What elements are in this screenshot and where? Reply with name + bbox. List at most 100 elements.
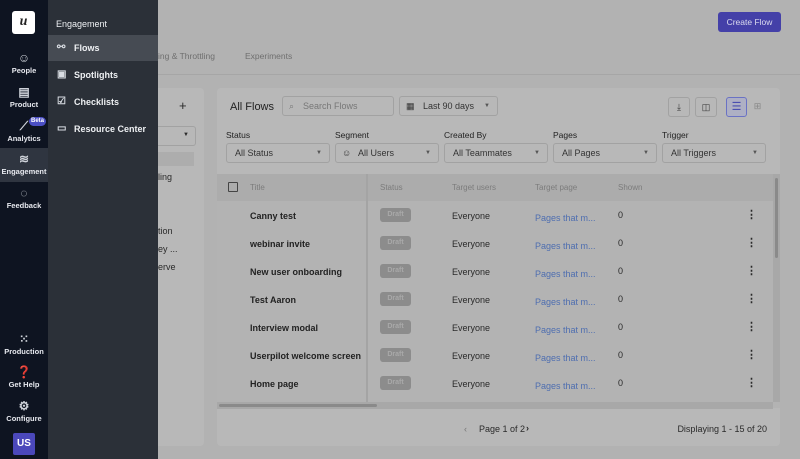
more-options-icon[interactable]: ⋮ xyxy=(746,320,757,333)
flow-title[interactable]: Home page xyxy=(250,379,299,389)
beta-badge: Beta xyxy=(29,117,47,126)
vertical-scrollbar[interactable] xyxy=(773,174,780,402)
shown-count: 0 xyxy=(618,294,624,304)
column-header[interactable]: Status xyxy=(380,183,403,192)
status-badge: Draft xyxy=(380,208,411,222)
table-row[interactable]: Canny test Draft Everyone Pages that m..… xyxy=(217,202,773,230)
select-all-checkbox[interactable] xyxy=(228,182,238,192)
folder-item[interactable]: tion xyxy=(158,226,173,236)
more-options-icon[interactable]: ⋮ xyxy=(746,236,757,249)
folder-item-selected[interactable] xyxy=(158,152,194,166)
target-page-link[interactable]: Pages that m... xyxy=(535,353,596,363)
column-header[interactable]: Title xyxy=(250,183,265,192)
avatar[interactable]: US xyxy=(13,433,35,455)
folder-item[interactable]: ling xyxy=(158,172,172,182)
add-folder-button[interactable]: + xyxy=(179,98,187,113)
created-by-filter[interactable]: All Teammates ▼ xyxy=(444,143,548,163)
rail-item-people[interactable]: ☺ People xyxy=(0,50,48,84)
flow-title[interactable]: New user onboarding xyxy=(250,267,342,277)
table-row[interactable]: Userpilot welcome screen Draft Everyone … xyxy=(217,342,773,370)
table-row[interactable]: Test Aaron Draft Everyone Pages that m..… xyxy=(217,286,773,314)
rail-label: Get Help xyxy=(8,380,40,389)
chevron-down-icon: ▼ xyxy=(425,150,431,156)
column-header[interactable]: Shown xyxy=(618,183,642,192)
target-page-link[interactable]: Pages that m... xyxy=(535,269,596,279)
flyout-item-resource-center[interactable]: ▭ Resource Center xyxy=(48,116,158,142)
table-row[interactable]: Interview modal Draft Everyone Pages tha… xyxy=(217,314,773,342)
columns-button[interactable]: ◫ xyxy=(695,97,717,117)
table-row[interactable]: Home page Draft Everyone Pages that m...… xyxy=(217,370,773,398)
pages-filter[interactable]: All Pages ▼ xyxy=(553,143,657,163)
rail-item-get-help[interactable]: ❓ Get Help xyxy=(0,364,48,398)
layers-icon: ≋ xyxy=(18,152,30,166)
table-row[interactable]: webinar invite Draft Everyone Pages that… xyxy=(217,230,773,258)
filter-value: All Triggers xyxy=(671,148,717,158)
folder-item[interactable]: erve xyxy=(158,262,176,272)
flyout-label: Spotlights xyxy=(74,70,118,80)
scrollbar-thumb[interactable] xyxy=(219,404,377,407)
create-flow-button[interactable]: Create Flow xyxy=(718,12,781,32)
search-input[interactable]: ⌕ Search Flows xyxy=(282,96,394,116)
filter-label: Status xyxy=(226,130,251,140)
folder-select[interactable]: ▼ xyxy=(158,126,196,146)
folder-item[interactable]: ey ... xyxy=(158,244,178,254)
rail-item-configure[interactable]: ⚙ Configure xyxy=(0,398,48,432)
date-value: Last 90 days xyxy=(423,101,475,111)
page-indicator: Page 1 of 2 xyxy=(479,424,526,434)
rail-label: Analytics xyxy=(7,134,41,143)
column-header[interactable]: Target page xyxy=(535,183,577,192)
filter-value: All Status xyxy=(235,148,274,158)
flyout-item-flows[interactable]: ⚯ Flows xyxy=(48,35,158,61)
flyout-item-spotlights[interactable]: ▣ Spotlights xyxy=(48,62,158,88)
download-button[interactable]: ⤓ xyxy=(668,97,690,117)
list-view-toggle[interactable]: ☰ xyxy=(726,97,747,117)
flow-title[interactable]: Canny test xyxy=(250,211,296,221)
help-icon: ❓ xyxy=(16,365,32,379)
rail-item-engagement[interactable]: ≋ Engagement xyxy=(0,148,48,182)
status-filter[interactable]: All Status ▼ xyxy=(226,143,330,163)
flow-title[interactable]: Userpilot welcome screen xyxy=(250,351,361,361)
list-icon: ☰ xyxy=(731,101,742,113)
column-header[interactable]: Target users xyxy=(452,183,496,192)
more-options-icon[interactable]: ⋮ xyxy=(746,348,757,361)
flyout-item-checklists[interactable]: ☑ Checklists xyxy=(48,89,158,115)
target-page-link[interactable]: Pages that m... xyxy=(535,297,596,307)
rail-item-feedback[interactable]: ◌ Feedback xyxy=(0,185,48,219)
header-divider xyxy=(158,74,800,75)
main-rail: u ☺ People ▤ Product ⟋ Beta Analytics ≋ Engag… xyxy=(0,0,48,459)
chevron-down-icon: ▼ xyxy=(752,150,758,156)
more-options-icon[interactable]: ⋮ xyxy=(746,264,757,277)
next-page-button[interactable]: › xyxy=(526,423,529,433)
more-options-icon[interactable]: ⋮ xyxy=(746,292,757,305)
flow-title[interactable]: Interview modal xyxy=(250,323,318,333)
segment-filter[interactable]: ☺ All Users ▼ xyxy=(335,143,439,163)
rail-item-analytics[interactable]: ⟋ Beta Analytics xyxy=(0,117,48,152)
folders-panel: + ▼ ling tion ey ... erve xyxy=(158,88,204,446)
target-users: Everyone xyxy=(452,211,491,221)
table-row[interactable]: New user onboarding Draft Everyone Pages… xyxy=(217,258,773,286)
target-page-link[interactable]: Pages that m... xyxy=(535,213,596,223)
horizontal-scrollbar[interactable] xyxy=(217,402,773,409)
tab-throttling[interactable]: ing & Throttling xyxy=(158,51,215,61)
target-page-link[interactable]: Pages that m... xyxy=(535,241,596,251)
rail-item-product[interactable]: ▤ Product xyxy=(0,84,48,118)
scrollbar-thumb[interactable] xyxy=(775,178,778,258)
target-page-link[interactable]: Pages that m... xyxy=(535,381,596,391)
prev-page-button[interactable]: ‹ xyxy=(464,424,467,434)
rail-item-production[interactable]: ⁙ Production xyxy=(0,331,48,365)
target-users: Everyone xyxy=(452,323,491,333)
target-page-link[interactable]: Pages that m... xyxy=(535,325,596,335)
status-badge: Draft xyxy=(380,376,411,390)
status-badge: Draft xyxy=(380,292,411,306)
more-options-icon[interactable]: ⋮ xyxy=(746,376,757,389)
grid-view-toggle[interactable]: ⊞ xyxy=(748,97,767,117)
more-options-icon[interactable]: ⋮ xyxy=(746,208,757,221)
tab-experiments[interactable]: Experiments xyxy=(245,51,292,61)
date-range-select[interactable]: ▦ Last 90 days ▼ xyxy=(399,96,498,116)
users-icon: ☺ xyxy=(342,148,352,158)
flow-title[interactable]: Test Aaron xyxy=(250,295,296,305)
search-placeholder: Search Flows xyxy=(303,101,358,111)
logo[interactable]: u xyxy=(12,11,35,34)
trigger-filter[interactable]: All Triggers ▼ xyxy=(662,143,766,163)
flow-title[interactable]: webinar invite xyxy=(250,239,310,249)
